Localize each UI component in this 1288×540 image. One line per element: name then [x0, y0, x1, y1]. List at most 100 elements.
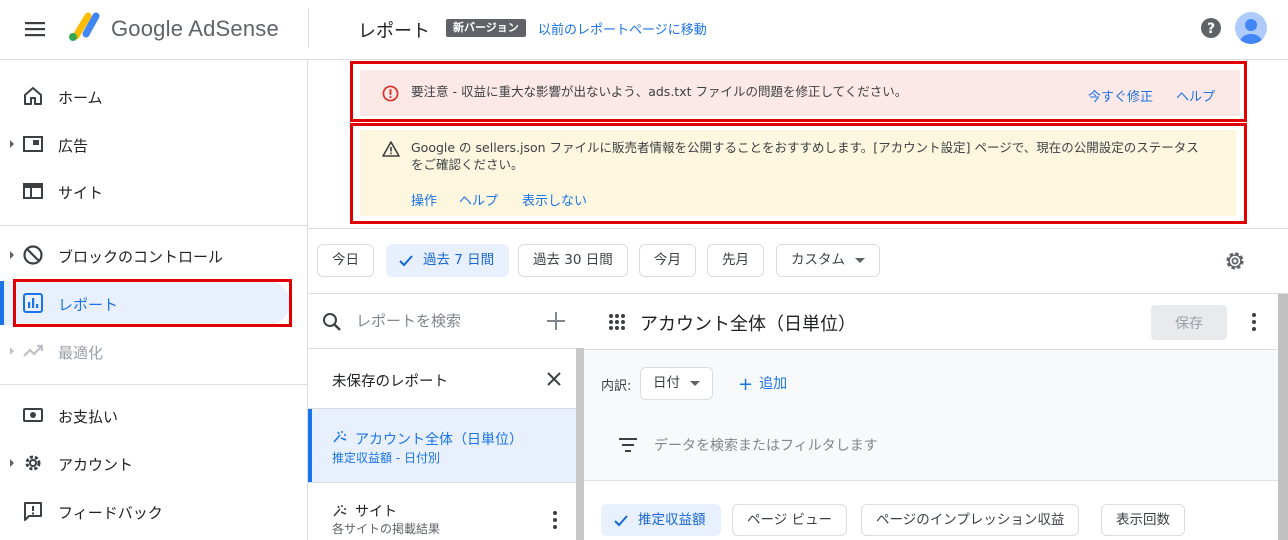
sites-icon [23, 183, 43, 199]
metric-chip-impressions[interactable]: 表示回数 [1101, 504, 1185, 536]
avatar-person-icon [1240, 19, 1262, 44]
payments-icon [23, 408, 43, 422]
sidebar-item-label: サイト [58, 184, 104, 202]
date-chip-last-7-days[interactable]: 過去 7 日間 [386, 244, 510, 277]
sidebar-item-label: 広告 [58, 137, 89, 155]
account-avatar[interactable] [1235, 12, 1267, 44]
search-icon [323, 313, 341, 331]
side-navigation: ホーム 広告 サイト ブロックのコントロール レポート 最適化 お支払い アカウ… [0, 60, 308, 540]
sparkle-icon [333, 431, 347, 443]
unsaved-report-title: 未保存のレポート [332, 374, 448, 390]
dropdown-arrow-icon [690, 380, 700, 386]
close-icon[interactable] [546, 371, 562, 387]
sidebar-item-optimization[interactable]: 最適化 [0, 329, 290, 373]
top-app-bar: Google AdSense レポート 新バージョン 以前のレポートページに移動… [0, 0, 1288, 60]
sidebar-item-payments[interactable]: お支払い [0, 393, 290, 437]
report-item-subtitle: 推定収益額 - 日付別 [332, 451, 440, 465]
breakdown-label: 内訳: [601, 379, 632, 394]
chip-label: カスタム [791, 252, 845, 268]
sidebar-item-blocking-controls[interactable]: ブロックのコントロール [0, 233, 290, 277]
sidebar-item-label: 最適化 [58, 344, 104, 362]
breakdown-value: 日付 [653, 375, 680, 391]
metric-chip-page-rpm[interactable]: ページのインプレッション収益 [861, 504, 1080, 536]
help-icon[interactable]: ? [1200, 17, 1222, 39]
sidebar-item-label: ブロックのコントロール [58, 248, 224, 266]
adsense-report-page: Google AdSense レポート 新バージョン 以前のレポートページに移動… [0, 0, 1288, 540]
report-item-subtitle: 各サイトの掲載結果 [332, 522, 441, 536]
save-button[interactable]: 保存 [1151, 305, 1227, 340]
expand-caret-icon [10, 140, 14, 148]
optimize-icon [23, 344, 44, 357]
metric-chip-estimated-earnings[interactable]: 推定収益額 [601, 504, 721, 536]
data-filter-input[interactable] [654, 435, 1014, 457]
section-divider [308, 228, 1288, 229]
warning-message-line2: をご確認ください。 [411, 157, 524, 172]
header-divider [308, 8, 309, 48]
error-icon [382, 85, 399, 102]
sidebar-item-account[interactable]: アカウント [0, 441, 290, 485]
error-help-link[interactable]: ヘルプ [1176, 86, 1215, 105]
hamburger-menu-icon[interactable] [24, 18, 46, 40]
sidebar-item-sites[interactable]: サイト [0, 169, 290, 213]
warning-action-link[interactable]: 操作 [411, 190, 437, 209]
error-message: 要注意 - 収益に重大な影響が出ないよう、ads.txt ファイルの問題を修正し… [411, 84, 908, 99]
report-list-scrollbar[interactable] [576, 348, 584, 540]
report-item-sites[interactable]: サイト 各サイトの掲載結果 [308, 482, 576, 540]
expand-caret-icon [10, 459, 14, 467]
filter-icon [619, 438, 637, 452]
report-more-options-icon[interactable] [1251, 313, 1257, 333]
unsaved-report-item[interactable]: 未保存のレポート [308, 348, 576, 408]
sidebar-item-ads[interactable]: 広告 [0, 122, 290, 166]
report-title: アカウント全体（日単位） [640, 314, 856, 335]
adsense-logo-icon [69, 12, 100, 41]
report-list-panel: 未保存のレポート アカウント全体（日単位） 推定収益額 - 日付別 サイト 各サ… [308, 294, 584, 540]
expand-caret-icon [10, 347, 14, 355]
feedback-icon [24, 502, 42, 521]
breakdown-dimension-select[interactable]: 日付 [640, 367, 713, 400]
date-chip-this-month[interactable]: 今月 [639, 244, 696, 277]
report-item-title: サイト [355, 504, 397, 520]
more-options-icon[interactable] [552, 511, 558, 531]
settings-gear-icon[interactable] [1223, 249, 1247, 273]
dismiss-link[interactable]: 表示しない [522, 190, 587, 209]
nav-divider [0, 225, 308, 226]
new-version-badge: 新バージョン [446, 19, 526, 37]
warning-help-link[interactable]: ヘルプ [459, 190, 498, 209]
sellers-json-warning-banner: Google の sellers.json ファイルに販売者情報を公開することを… [360, 130, 1236, 216]
sidebar-item-label: ホーム [58, 89, 103, 107]
add-dimension-button[interactable]: + 追加 [738, 373, 787, 395]
sidebar-item-label: アカウント [58, 456, 134, 474]
ads-icon [23, 136, 43, 152]
dropdown-arrow-icon [855, 257, 865, 263]
svg-text:?: ? [1207, 21, 1215, 37]
add-report-icon[interactable] [544, 309, 568, 333]
report-header: アカウント全体（日単位） 保存 [584, 294, 1278, 350]
fix-now-link[interactable]: 今すぐ修正 [1088, 86, 1153, 105]
sidebar-item-home[interactable]: ホーム [0, 74, 290, 118]
add-label: 追加 [759, 376, 788, 392]
sidebar-item-label: お支払い [58, 408, 119, 426]
drag-grid-icon[interactable] [608, 313, 626, 331]
plus-icon: + [738, 374, 754, 395]
page-title: レポート [358, 21, 430, 42]
breakdown-filter-area: 内訳: 日付 + 追加 [584, 351, 1278, 481]
report-scrollbar[interactable] [1278, 294, 1288, 540]
date-chip-last-month[interactable]: 先月 [707, 244, 764, 277]
reports-icon [23, 293, 43, 313]
sidebar-item-reports[interactable]: レポート [0, 281, 290, 325]
ads-txt-error-banner: 要注意 - 収益に重大な影響が出ないよう、ads.txt ファイルの問題を修正し… [360, 70, 1240, 116]
report-search-input[interactable] [356, 308, 536, 334]
check-icon [399, 255, 413, 267]
metric-chip-page-views[interactable]: ページ ビュー [732, 504, 848, 536]
expand-caret-icon [10, 251, 14, 259]
home-icon [24, 87, 42, 105]
date-chip-last-30-days[interactable]: 過去 30 日間 [518, 244, 628, 277]
date-chip-today[interactable]: 今日 [317, 244, 374, 277]
chip-label: 過去 7 日間 [423, 252, 495, 268]
chip-label: 推定収益額 [638, 512, 706, 528]
report-item-account-daily[interactable]: アカウント全体（日単位） 推定収益額 - 日付別 [308, 408, 576, 482]
date-chip-custom[interactable]: カスタム [776, 244, 880, 277]
old-report-page-link[interactable]: 以前のレポートページに移動 [538, 19, 707, 38]
sidebar-item-label: フィードバック [58, 504, 163, 522]
sidebar-item-feedback[interactable]: フィードバック [0, 489, 290, 533]
